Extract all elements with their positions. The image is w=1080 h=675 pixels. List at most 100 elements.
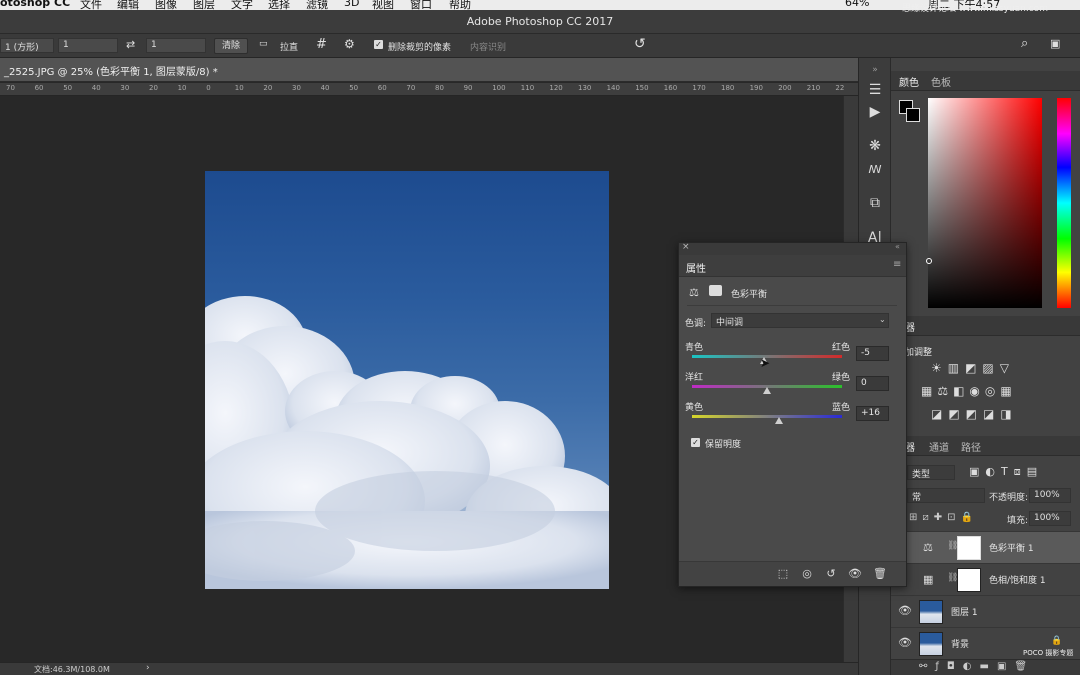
view-previous-icon[interactable]: ◎ bbox=[800, 567, 814, 581]
lock-icon[interactable]: 🔒 bbox=[1051, 636, 1062, 646]
menu-help[interactable]: 帮助 bbox=[449, 0, 471, 10]
collapse-icon[interactable]: « bbox=[895, 242, 900, 251]
tab-swatches[interactable]: 色板 bbox=[931, 74, 951, 89]
opacity-label: 不透明度: bbox=[989, 493, 1029, 503]
adjustment-icons-row-3[interactable]: ◪◩◩◪◨ bbox=[931, 407, 1018, 421]
menu-file[interactable]: 文件 bbox=[80, 0, 102, 10]
menu-type[interactable]: 文字 bbox=[231, 0, 253, 10]
magenta-green-value[interactable]: 0 bbox=[856, 376, 889, 391]
ruler-tick-label: 10 bbox=[234, 84, 244, 92]
adjustment-icons-row-2[interactable]: ▦⚖◧◉◎▦ bbox=[921, 384, 1017, 398]
window-title: Adobe Photoshop CC 2017 bbox=[466, 15, 614, 28]
swap-icon[interactable]: ⇄ bbox=[126, 38, 135, 51]
menu-window[interactable]: 窗口 bbox=[410, 0, 432, 10]
tab-properties[interactable]: 属性 bbox=[686, 260, 706, 275]
window-titlebar: Adobe Photoshop CC 2017 思缘设计论坛 www.missy… bbox=[0, 4, 1080, 34]
blend-mode-select[interactable]: 常 bbox=[907, 488, 985, 503]
visibility-eye-icon[interactable]: 👁 bbox=[848, 567, 862, 581]
layer-thumbnail[interactable] bbox=[919, 632, 943, 656]
document-image[interactable] bbox=[205, 171, 609, 589]
ruler-tick-label: 130 bbox=[578, 84, 592, 92]
straighten-label[interactable]: 拉直 bbox=[280, 40, 298, 53]
mask-icon[interactable] bbox=[709, 285, 722, 296]
color-picker-cursor[interactable] bbox=[926, 258, 932, 264]
menu-layer[interactable]: 图层 bbox=[193, 0, 215, 10]
tab-color[interactable]: 颜色 bbox=[899, 74, 919, 89]
cyan-red-value[interactable]: -5 bbox=[856, 346, 889, 361]
slider-right-label: 蓝色 bbox=[832, 403, 851, 413]
menu-select[interactable]: 选择 bbox=[268, 0, 290, 10]
tone-label: 色调: bbox=[685, 319, 707, 329]
menu-filter[interactable]: 滤镜 bbox=[306, 0, 328, 10]
layer-mask-thumbnail[interactable] bbox=[957, 568, 981, 592]
color-balance-icon: ⚖ bbox=[923, 541, 933, 554]
layer-name[interactable]: 背景 bbox=[951, 637, 969, 650]
workspace-icon[interactable]: ▣ bbox=[1050, 37, 1060, 50]
menu-edit[interactable]: 编辑 bbox=[117, 0, 139, 10]
slider-thumb[interactable] bbox=[775, 417, 783, 424]
eye-icon[interactable]: 👁 bbox=[898, 636, 912, 649]
layer-name[interactable]: 色彩平衡 1 bbox=[989, 541, 1034, 554]
layer-mask-thumbnail[interactable] bbox=[957, 536, 981, 560]
hue-slider[interactable] bbox=[1057, 98, 1071, 308]
search-icon[interactable]: ⌕ bbox=[1021, 36, 1028, 51]
history-icon[interactable]: ☰ bbox=[865, 80, 885, 100]
slider-right-label: 红色 bbox=[832, 343, 851, 353]
preserve-luminosity-label: 保留明度 bbox=[705, 440, 742, 450]
ratio-width-input[interactable]: 1 bbox=[58, 38, 118, 53]
trash-icon[interactable]: 🗑 bbox=[873, 567, 887, 581]
layer-name[interactable]: 图层 1 bbox=[951, 605, 978, 618]
slider-thumb[interactable] bbox=[763, 387, 771, 394]
chevron-down-icon[interactable]: ⌄ bbox=[879, 315, 886, 324]
layer-name[interactable]: 色相/饱和度 1 bbox=[989, 573, 1046, 586]
color-picker-field[interactable] bbox=[928, 98, 1042, 308]
document-title: _2525.JPG @ 25% (色彩平衡 1, 图层蒙版/8) * bbox=[4, 67, 218, 78]
collapse-icon[interactable]: » bbox=[865, 60, 885, 80]
play-action-icon[interactable]: ▶ bbox=[865, 102, 885, 122]
tab-paths[interactable]: 路径 bbox=[961, 439, 981, 454]
yellow-blue-value[interactable]: +16 bbox=[856, 406, 889, 421]
layer-filter-icons[interactable]: ▣◐T⧈▤ bbox=[969, 465, 1043, 479]
layer-row[interactable]: 👁 图层 1 bbox=[891, 595, 1080, 627]
right-panel-dock: 颜色 色板 器 加调整 ☀▥◩▨▽ ▦⚖◧◉◎▦ ◪◩◩◪◨ 器 通道 路径 类… bbox=[890, 58, 1080, 675]
tab-channels[interactable]: 通道 bbox=[929, 439, 949, 454]
layer-filter-select[interactable]: 类型 bbox=[907, 465, 955, 480]
tone-select[interactable]: 中间调 bbox=[711, 313, 889, 328]
clip-to-layer-icon[interactable]: ⬚ bbox=[776, 567, 790, 581]
layer-row[interactable]: ⚖ ⛓ 色彩平衡 1 bbox=[891, 531, 1080, 563]
preserve-luminosity-checkbox[interactable]: ✓ bbox=[691, 437, 700, 448]
menu-3d[interactable]: 3D bbox=[344, 0, 359, 9]
yellow-blue-slider[interactable] bbox=[692, 415, 842, 418]
layer-action-icons[interactable]: ⚯ƒ◘◐▬▣🗑 bbox=[919, 661, 1035, 672]
lock-icons[interactable]: ⊞⧄✚⊡🔒 bbox=[909, 512, 978, 523]
content-aware-label[interactable]: 内容识别 bbox=[470, 40, 506, 53]
menu-app-name[interactable]: otoshop CC bbox=[0, 0, 70, 9]
layer-row[interactable]: ▦ ⛓ 色相/饱和度 1 bbox=[891, 563, 1080, 595]
clone-source-icon[interactable]: ⧉ bbox=[865, 193, 885, 213]
overlay-grid-icon[interactable]: # bbox=[316, 37, 327, 52]
slider-right-label: 绿色 bbox=[832, 373, 851, 383]
eye-icon[interactable]: 👁 bbox=[898, 604, 912, 617]
ratio-height-input[interactable]: 1 bbox=[146, 38, 206, 53]
gear-icon[interactable]: ⚙ bbox=[344, 37, 355, 51]
layer-thumbnail[interactable] bbox=[919, 600, 943, 624]
document-tab[interactable]: _2525.JPG @ 25% (色彩平衡 1, 图层蒙版/8) * bbox=[0, 58, 858, 82]
reset-icon[interactable]: ↺ bbox=[634, 36, 646, 52]
reset-icon[interactable]: ↺ bbox=[824, 567, 838, 581]
adjustment-icons-row-1[interactable]: ☀▥◩▨▽ bbox=[931, 361, 1015, 375]
straighten-icon[interactable]: ▭ bbox=[259, 39, 268, 49]
menu-image[interactable]: 图像 bbox=[155, 0, 177, 10]
brushes-icon[interactable]: ꟿ bbox=[865, 160, 885, 180]
opacity-input[interactable]: 100% bbox=[1029, 488, 1071, 503]
clear-button[interactable]: 清除 bbox=[214, 38, 248, 54]
background-color-swatch[interactable] bbox=[906, 108, 920, 122]
menu-view[interactable]: 视图 bbox=[372, 0, 394, 10]
status-arrow-icon[interactable]: › bbox=[146, 663, 150, 673]
close-icon[interactable]: × bbox=[682, 242, 690, 252]
ratio-preset-select[interactable]: 1 (方形) bbox=[0, 38, 54, 53]
fill-input[interactable]: 100% bbox=[1029, 511, 1071, 526]
delete-cropped-checkbox[interactable]: ✓ bbox=[374, 40, 383, 50]
brush-settings-icon[interactable]: ❋ bbox=[865, 136, 885, 156]
panel-menu-icon[interactable]: ≡ bbox=[893, 259, 901, 270]
panel-header[interactable]: × « bbox=[679, 242, 906, 255]
